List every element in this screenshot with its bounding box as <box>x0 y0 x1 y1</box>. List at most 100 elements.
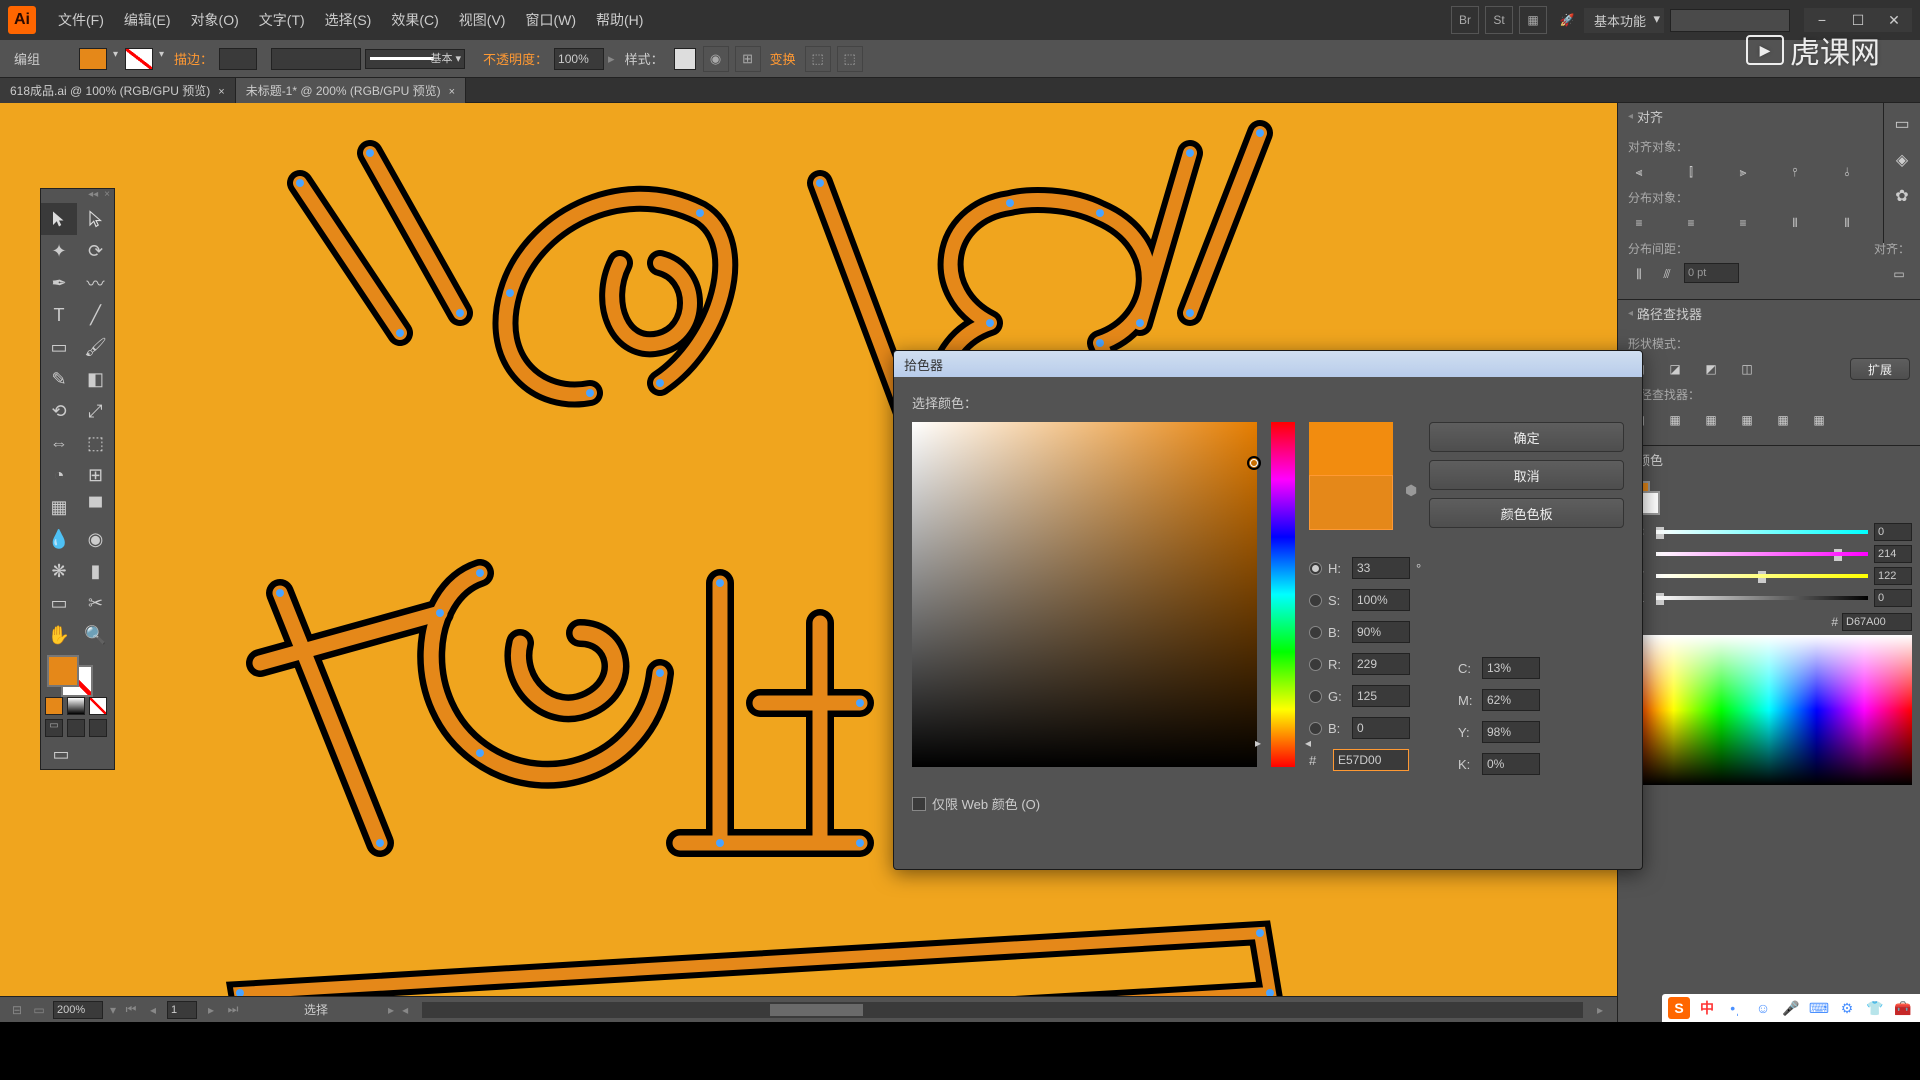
ime-logo-icon[interactable]: S <box>1668 997 1690 1019</box>
color-mode-icon[interactable] <box>45 697 63 715</box>
pencil-tool[interactable]: ✎ <box>41 363 77 395</box>
perspective-grid-tool[interactable]: ⊞ <box>78 459 114 491</box>
ime-voice-icon[interactable]: 🎤 <box>1780 997 1802 1019</box>
close-icon[interactable]: × <box>218 86 224 98</box>
stroke-color-swatch[interactable] <box>125 48 153 70</box>
color-panel-tab[interactable]: 颜色 <box>1618 446 1920 473</box>
ime-punct-icon[interactable]: •ˌ <box>1724 997 1746 1019</box>
ime-lang-icon[interactable]: 中 <box>1696 997 1718 1019</box>
stock-icon[interactable]: St <box>1485 6 1513 34</box>
ime-skin-icon[interactable]: 👕 <box>1864 997 1886 1019</box>
b-radio[interactable] <box>1309 626 1322 639</box>
libraries-icon[interactable]: ◈ <box>1889 147 1915 173</box>
rotate-tool[interactable]: ⟲ <box>41 395 77 427</box>
zoom-popup-icon[interactable]: ▭ <box>30 1001 48 1019</box>
edit-contents-icon[interactable]: ⬚ <box>837 46 863 72</box>
window-close-button[interactable]: ✕ <box>1876 8 1912 32</box>
doc-tab-1[interactable]: 618成品.ai @ 100% (RGB/GPU 预览)× <box>0 78 236 103</box>
color-spectrum[interactable] <box>1626 635 1912 785</box>
zoom-input[interactable] <box>53 1001 103 1019</box>
m-input[interactable] <box>1482 689 1540 711</box>
menu-file[interactable]: 文件(F) <box>48 10 114 30</box>
minus-back-icon[interactable]: ▦ <box>1808 409 1830 431</box>
draw-normal-icon[interactable]: ▭ <box>45 719 63 737</box>
horizontal-scrollbar[interactable] <box>422 1002 1583 1018</box>
crop-icon[interactable]: ▦ <box>1736 409 1758 431</box>
r-radio[interactable] <box>1309 658 1322 671</box>
ime-keyboard-icon[interactable]: ⌨ <box>1808 997 1830 1019</box>
scale-tool[interactable]: ⤢ <box>78 395 114 427</box>
out-of-gamut-icon[interactable]: ⬢ <box>1405 482 1417 499</box>
distribute-vcenter-icon[interactable]: ≡ <box>1680 212 1702 234</box>
artboard-nav-input[interactable] <box>167 1001 197 1019</box>
ime-settings-icon[interactable]: ⚙ <box>1836 997 1858 1019</box>
gradient-mode-icon[interactable] <box>67 697 85 715</box>
align-top-icon[interactable]: ⫯ <box>1784 161 1806 183</box>
distribute-left-icon[interactable]: ⦀ <box>1784 212 1806 234</box>
ime-toolbox-icon[interactable]: 🧰 <box>1892 997 1914 1019</box>
type-tool[interactable]: T <box>41 299 77 331</box>
menu-select[interactable]: 选择(S) <box>315 10 382 30</box>
workspace-switcher[interactable]: 基本功能 <box>1584 8 1664 33</box>
ok-button[interactable]: 确定 <box>1429 422 1624 452</box>
draw-behind-icon[interactable] <box>67 719 85 737</box>
color-swatches-button[interactable]: 颜色色板 <box>1429 498 1624 528</box>
menu-type[interactable]: 文字(T) <box>249 10 315 30</box>
menu-window[interactable]: 窗口(W) <box>515 10 586 30</box>
saturation-value-field[interactable] <box>912 422 1257 767</box>
first-page-icon[interactable]: ⏮ <box>122 1001 140 1019</box>
eraser-tool[interactable]: ◧ <box>78 363 114 395</box>
pen-tool[interactable]: ✒ <box>41 267 77 299</box>
pathfinder-panel-tab[interactable]: 路径查找器 <box>1618 300 1920 327</box>
hue-slider[interactable] <box>1271 422 1295 767</box>
zoom-out-icon[interactable]: ⊟ <box>8 1001 26 1019</box>
web-only-checkbox[interactable] <box>912 797 926 811</box>
align-to-selection-icon[interactable]: ▭ <box>1888 263 1910 285</box>
y-value-input[interactable] <box>1874 567 1912 585</box>
menu-help[interactable]: 帮助(H) <box>586 10 653 30</box>
fill-color-swatch[interactable] <box>79 48 107 70</box>
m-value-input[interactable] <box>1874 545 1912 563</box>
distribute-vspacing-icon[interactable]: ⫼ <box>1628 263 1650 285</box>
graphic-style-swatch[interactable] <box>674 48 696 70</box>
dialog-title[interactable]: 拾色器 <box>894 351 1642 377</box>
paintbrush-tool[interactable]: 🖌 <box>78 331 114 363</box>
minus-front-icon[interactable]: ◪ <box>1664 358 1686 380</box>
curvature-tool[interactable]: 〰 <box>78 267 114 299</box>
current-color-swatch[interactable] <box>1309 475 1393 530</box>
column-graph-tool[interactable]: ▮ <box>78 555 114 587</box>
ime-emoji-icon[interactable]: ☺ <box>1752 997 1774 1019</box>
align-left-icon[interactable]: ⫷ <box>1628 161 1650 183</box>
outline-icon[interactable]: ▦ <box>1772 409 1794 431</box>
artboard-tool[interactable]: ▭ <box>41 587 77 619</box>
mesh-tool[interactable]: ▦ <box>41 491 77 523</box>
free-transform-tool[interactable]: ⬚ <box>78 427 114 459</box>
bb-radio[interactable] <box>1309 722 1322 735</box>
blend-tool[interactable]: ◉ <box>78 523 114 555</box>
align-vcenter-icon[interactable]: ⫰ <box>1836 161 1858 183</box>
slice-tool[interactable]: ✂ <box>78 587 114 619</box>
h-radio[interactable] <box>1309 562 1322 575</box>
trim-icon[interactable]: ▦ <box>1664 409 1686 431</box>
menu-effect[interactable]: 效果(C) <box>381 10 448 30</box>
align-right-icon[interactable]: ⫸ <box>1732 161 1754 183</box>
k-value-input[interactable] <box>1874 589 1912 607</box>
s-radio[interactable] <box>1309 594 1322 607</box>
c-value-input[interactable] <box>1874 523 1912 541</box>
y-input[interactable] <box>1482 721 1540 743</box>
menu-object[interactable]: 对象(O) <box>181 10 249 30</box>
width-tool[interactable]: ⇔ <box>41 427 77 459</box>
none-mode-icon[interactable] <box>89 697 107 715</box>
screen-mode-icon[interactable]: ▭ <box>45 741 77 767</box>
eyedropper-tool[interactable]: 💧 <box>41 523 77 555</box>
last-page-icon[interactable]: ⏭ <box>224 1001 242 1019</box>
close-icon[interactable]: × <box>449 86 455 98</box>
collapse-icon[interactable]: ◂◂ <box>88 189 98 203</box>
spacing-input[interactable] <box>1684 263 1739 283</box>
k-input[interactable] <box>1482 753 1540 775</box>
menu-view[interactable]: 视图(V) <box>449 10 516 30</box>
distribute-bottom-icon[interactable]: ≡ <box>1732 212 1754 234</box>
bridge-icon[interactable]: Br <box>1451 6 1479 34</box>
stroke-weight-input[interactable] <box>219 48 257 70</box>
doc-tab-2[interactable]: 未标题-1* @ 200% (RGB/GPU 预览)× <box>236 78 466 103</box>
